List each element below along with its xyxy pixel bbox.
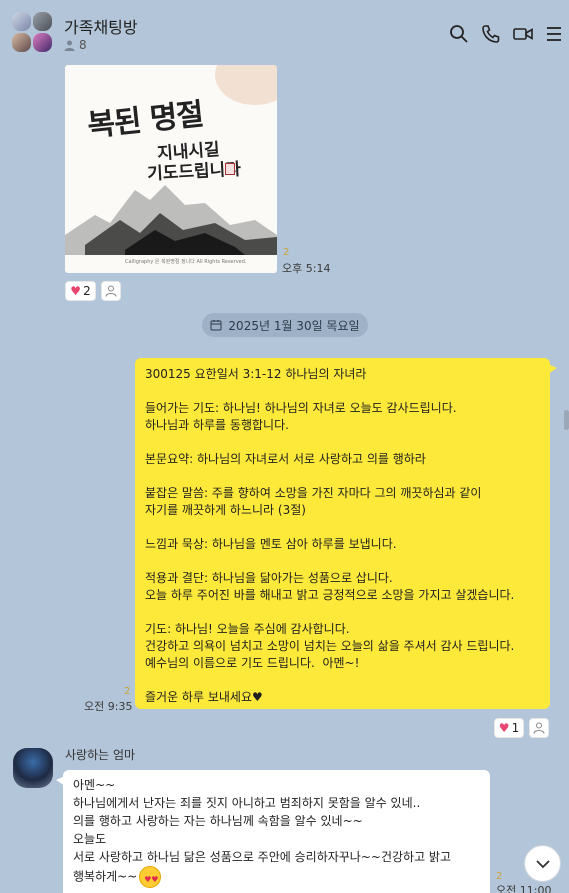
mountain-illustration	[65, 185, 277, 255]
message-line: 적용과 결단: 하나님을 닮아가는 성품으로 삽니다.	[145, 571, 393, 585]
person-icon	[105, 285, 117, 297]
message-line: 느낌과 묵상: 하나님을 멘토 삼아 하루를 보냅니다.	[145, 537, 397, 551]
decorative-sun	[215, 65, 277, 105]
message-line	[145, 553, 540, 570]
sender-name: 사랑하는 엄마	[65, 748, 136, 762]
received-message-bubble[interactable]: 아멘~~ 하나님에게서 난자는 죄를 짓지 아니하고 범죄하지 못함을 알수 있…	[56, 770, 490, 893]
message-time: 오후 5:14	[282, 262, 331, 275]
image-caption: Calligraphy 은 복된명절 정니다 All Rights Reserv…	[125, 259, 247, 265]
message-line: 의를 행하고 사랑하는 자는 하나님께 속함을 알수 있네~~	[73, 814, 363, 828]
date-text: 2025년 1월 30일 목요일	[228, 318, 360, 333]
heart-eyes-emoji-icon	[139, 866, 162, 889]
message-line: 들어가는 기도: 하나님! 하나님의 자녀로 오늘도 감사드립니다.	[145, 401, 457, 415]
message-line: 아멘~~	[73, 778, 116, 792]
message-line	[145, 468, 540, 485]
message-line	[145, 434, 540, 451]
heart-icon: ♥	[70, 284, 82, 298]
sender-avatar[interactable]	[13, 748, 53, 788]
member-avatar	[33, 12, 52, 31]
message-line	[145, 519, 540, 536]
scroll-to-bottom-button[interactable]	[524, 845, 561, 882]
my-message-bubble[interactable]: 300125 요한일서 3:1-12 하나님의 자녀라 들어가는 기도: 하나님…	[135, 358, 557, 709]
message-line: 300125 요한일서 3:1-12 하나님의 자녀라	[145, 367, 367, 381]
image-message[interactable]: 복된 명절 지내시길 기도드립니다 Calligraphy 은 복된명절 정니다…	[65, 65, 277, 273]
message-line: 오늘 하루 주어진 바를 해내고 밝고 긍정적으로 소망을 가지고 살겠습니다.	[145, 588, 515, 602]
message-line: 하나님에게서 난자는 죄를 짓지 아니하고 범죄하지 못함을 알수 있네..	[73, 796, 421, 810]
heart-icon: ♥	[498, 721, 510, 735]
message-line	[145, 383, 540, 400]
heart-reaction[interactable]: ♥ 1	[494, 718, 524, 738]
read-count: 2	[124, 686, 131, 697]
message-time: 오전 11:00	[496, 884, 552, 893]
member-count-value: 8	[79, 38, 87, 52]
message-line: 서로 사랑하고 하나님 닮은 성품으로 주안에 승리하자꾸나~~건강하고 밝고	[73, 850, 452, 864]
member-count[interactable]: 8	[64, 38, 87, 52]
message-line: 붙잡은 말씀: 주를 향하여 소망을 가진 자마다 그의 깨끗하심과 같이	[145, 486, 482, 500]
member-avatar	[33, 33, 52, 52]
phone-icon[interactable]	[481, 24, 501, 44]
message-line: 자기를 깨끗하게 하느니라 (3절)	[145, 503, 306, 517]
message-line: 하나님과 하루를 동행합니다.	[145, 418, 289, 432]
scrollbar[interactable]	[564, 410, 569, 430]
message-line: 기도: 하나님! 오늘을 주심에 감사합니다.	[145, 622, 350, 636]
message-line: 본문요약: 하나님의 자녀로서 서로 사랑하고 의를 행하라	[145, 452, 426, 466]
group-avatar[interactable]	[12, 12, 52, 52]
member-avatar	[12, 33, 31, 52]
video-icon[interactable]	[513, 24, 533, 44]
chevron-down-icon	[535, 859, 550, 868]
add-reaction-button[interactable]	[101, 281, 121, 301]
read-count: 2	[496, 871, 503, 882]
chat-title: 가족채팅방	[64, 18, 138, 37]
menu-icon[interactable]	[545, 24, 565, 44]
message-line: 오늘도	[73, 832, 107, 846]
message-line	[145, 672, 540, 689]
message-line: 건강하고 의욕이 넘치고 소망이 넘치는 오늘의 삶을 주셔서 감사 드립니다.	[145, 639, 515, 653]
message-time: 오전 9:35	[84, 700, 133, 713]
reaction-count: 1	[511, 721, 520, 735]
message-line: 행복하게~~	[73, 869, 138, 884]
add-reaction-button[interactable]	[529, 718, 549, 738]
date-divider: 2025년 1월 30일 목요일	[202, 313, 368, 337]
red-seal-stamp	[225, 163, 235, 175]
calendar-icon	[210, 320, 222, 331]
message-line	[145, 604, 540, 621]
search-icon[interactable]	[449, 24, 469, 44]
member-avatar	[12, 12, 31, 31]
message-line-with-emoji: 행복하게~~	[73, 866, 480, 889]
read-count: 2	[283, 247, 290, 258]
chat-header: 가족채팅방 8	[0, 0, 569, 62]
heart-reaction[interactable]: ♥ 2	[65, 281, 96, 301]
reaction-count: 2	[83, 284, 91, 298]
message-line: 예수님의 이름으로 기도 드립니다. 아멘~!	[145, 656, 360, 670]
message-line: 즐거운 하루 보내세요♥	[145, 690, 263, 704]
person-icon	[533, 722, 545, 734]
person-icon	[64, 40, 75, 51]
